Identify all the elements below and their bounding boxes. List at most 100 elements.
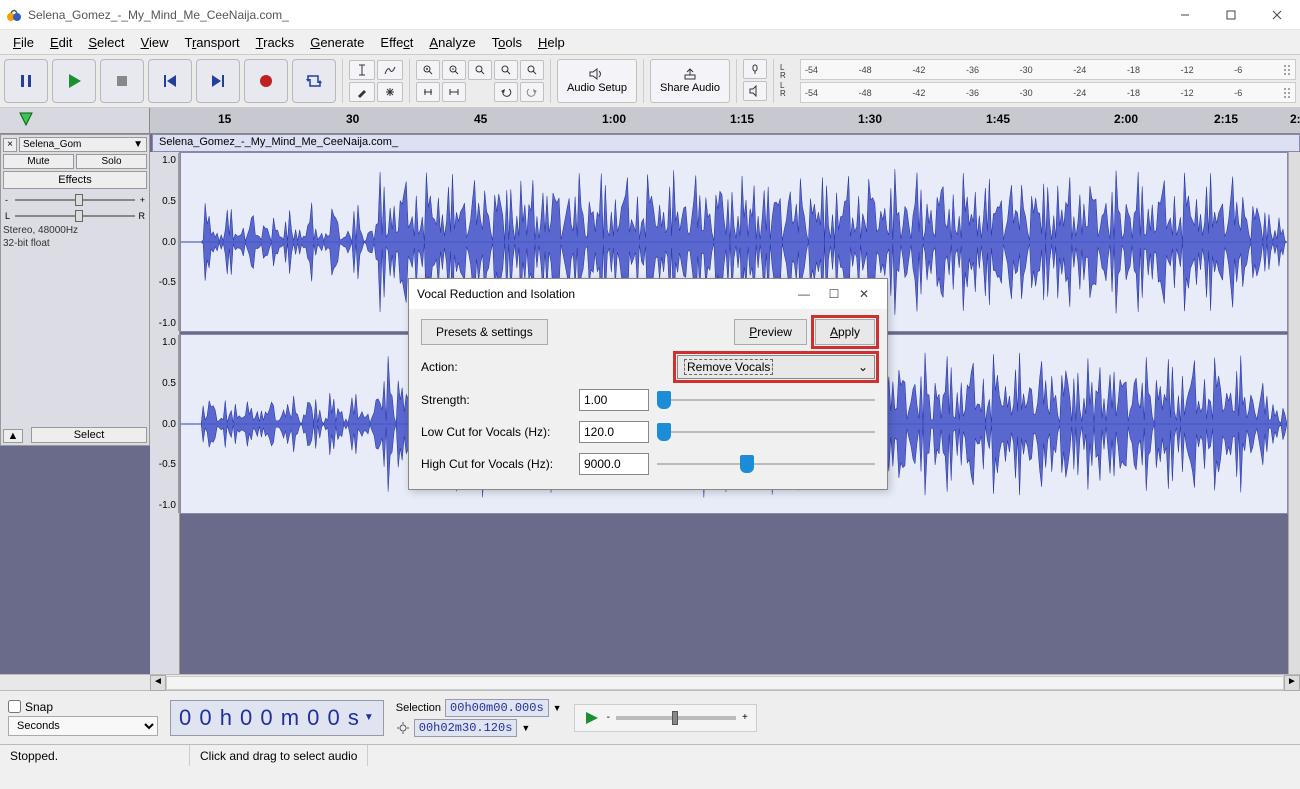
dialog-title: Vocal Reduction and Isolation: [417, 287, 789, 301]
pan-slider[interactable]: LR: [3, 209, 147, 223]
audio-setup-button[interactable]: Audio Setup: [557, 59, 637, 103]
audio-setup-label: Audio Setup: [567, 82, 627, 94]
dialog-minimize-button[interactable]: —: [789, 279, 819, 309]
lowcut-input[interactable]: [579, 421, 649, 443]
status-hint: Click and drag to select audio: [190, 745, 368, 766]
selection-tool[interactable]: [349, 60, 375, 80]
track-bitdepth-info: 32-bit float: [3, 238, 147, 249]
menu-file[interactable]: File: [6, 33, 41, 52]
play-speed-toolbar: - +: [574, 704, 757, 732]
scroll-left-button[interactable]: ◄: [150, 675, 166, 691]
minimize-button[interactable]: [1162, 0, 1208, 30]
menu-analyze[interactable]: Analyze: [422, 33, 482, 52]
menu-view[interactable]: View: [134, 33, 176, 52]
setup-toolbar: Audio Setup: [557, 59, 644, 103]
multi-tool[interactable]: [377, 82, 403, 102]
status-state: Stopped.: [0, 745, 190, 766]
gain-slider[interactable]: -+: [3, 193, 147, 207]
strength-input[interactable]: [579, 389, 649, 411]
scroll-right-button[interactable]: ►: [1284, 675, 1300, 691]
time-display[interactable]: 0 0 h 0 0 m 0 0 s▼: [170, 700, 384, 736]
tools-toolbar: [349, 59, 410, 103]
play-speed-slider[interactable]: [616, 716, 736, 720]
selection-start[interactable]: 00h00m00.000s: [445, 699, 549, 717]
maximize-button[interactable]: [1208, 0, 1254, 30]
solo-button[interactable]: Solo: [76, 154, 147, 169]
amplitude-scale: 1.00.50.0-0.5-1.0: [151, 335, 179, 513]
record-button[interactable]: [244, 59, 288, 103]
menu-effect[interactable]: Effect: [373, 33, 420, 52]
envelope-tool[interactable]: [377, 60, 403, 80]
lowcut-slider[interactable]: [657, 422, 875, 442]
selection-label: Selection: [396, 702, 441, 714]
track-format-info: Stereo, 48000Hz: [3, 225, 147, 236]
fit-selection-button[interactable]: [468, 60, 492, 80]
track-control-panel: × Selena_Gom▼ Mute Solo Effects -+ LR St…: [0, 134, 150, 446]
playhead-icon[interactable]: [18, 111, 34, 127]
horizontal-scrollbar[interactable]: ◄ ►: [0, 674, 1300, 690]
zoom-in-button[interactable]: [416, 60, 440, 80]
menu-edit[interactable]: Edit: [43, 33, 79, 52]
window-title: Selena_Gomez_-_My_Mind_Me_CeeNaija.com_: [28, 8, 1162, 22]
track-select-button[interactable]: Select: [31, 427, 147, 443]
record-meter-icon[interactable]: [743, 59, 767, 79]
dialog-maximize-button[interactable]: ☐: [819, 279, 849, 309]
silence-button[interactable]: [442, 82, 466, 102]
vertical-scrollbar[interactable]: [1288, 152, 1300, 674]
mute-button[interactable]: Mute: [3, 154, 74, 169]
timeline[interactable]: 01530451:001:151:301:452:002:152:30: [0, 108, 1300, 134]
menu-tracks[interactable]: Tracks: [249, 33, 302, 52]
effects-button[interactable]: Effects: [3, 171, 147, 189]
zoom-out-button[interactable]: [442, 60, 466, 80]
playback-meter[interactable]: -54-48-42-36-30-24-18-12-6: [800, 82, 1296, 103]
playback-meter-icon[interactable]: [743, 81, 767, 101]
menu-select[interactable]: Select: [81, 33, 131, 52]
trim-button[interactable]: [416, 82, 440, 102]
strength-label: Strength:: [421, 393, 571, 407]
edit-toolbar: [416, 59, 551, 103]
apply-button[interactable]: Apply: [815, 319, 875, 345]
meter-grip-icon: [1283, 63, 1291, 77]
zoom-toggle-button[interactable]: [520, 60, 544, 80]
redo-button[interactable]: [520, 82, 544, 102]
strength-slider[interactable]: [657, 390, 875, 410]
menu-transport[interactable]: Transport: [177, 33, 246, 52]
undo-button[interactable]: [494, 82, 518, 102]
menu-tools[interactable]: Tools: [485, 33, 529, 52]
dialog-close-button[interactable]: ✕: [849, 279, 879, 309]
action-select[interactable]: Remove Vocals ⌄: [677, 355, 875, 379]
record-meter[interactable]: -54-48-42-36-30-24-18-12-6: [800, 59, 1296, 80]
stop-button[interactable]: [100, 59, 144, 103]
highcut-input[interactable]: [579, 453, 649, 475]
skip-start-button[interactable]: [148, 59, 192, 103]
collapse-button[interactable]: ▲: [3, 429, 23, 443]
draw-tool[interactable]: [349, 82, 375, 102]
menubar: File Edit Select View Transport Tracks G…: [0, 30, 1300, 54]
pause-button[interactable]: [4, 59, 48, 103]
selection-end[interactable]: 00h02m30.120s: [414, 719, 518, 737]
track-close-button[interactable]: ×: [3, 138, 17, 152]
play-button[interactable]: [52, 59, 96, 103]
track-name-dropdown[interactable]: Selena_Gom▼: [19, 137, 147, 152]
share-audio-button[interactable]: Share Audio: [650, 59, 730, 103]
lowcut-label: Low Cut for Vocals (Hz):: [421, 425, 571, 439]
close-button[interactable]: [1254, 0, 1300, 30]
menu-help[interactable]: Help: [531, 33, 572, 52]
loop-button[interactable]: [292, 59, 336, 103]
app-logo-icon: [6, 7, 22, 23]
lr-label: LR: [780, 82, 790, 98]
menu-generate[interactable]: Generate: [303, 33, 371, 52]
preview-button[interactable]: Preview: [734, 319, 807, 345]
share-toolbar: Share Audio: [650, 59, 737, 103]
gear-icon[interactable]: [396, 721, 410, 735]
highcut-slider[interactable]: [657, 454, 875, 474]
snap-checkbox[interactable]: Snap: [8, 700, 158, 714]
play-speed-button[interactable]: [583, 709, 601, 727]
skip-end-button[interactable]: [196, 59, 240, 103]
clip-label[interactable]: Selena_Gomez_-_My_Mind_Me_CeeNaija.com_: [152, 134, 1300, 152]
presets-button[interactable]: Presets & settings: [421, 319, 548, 345]
snap-unit-select[interactable]: Seconds: [8, 716, 158, 736]
fit-project-button[interactable]: [494, 60, 518, 80]
meter-icons: [743, 59, 774, 103]
chevron-down-icon: ⌄: [858, 360, 868, 374]
